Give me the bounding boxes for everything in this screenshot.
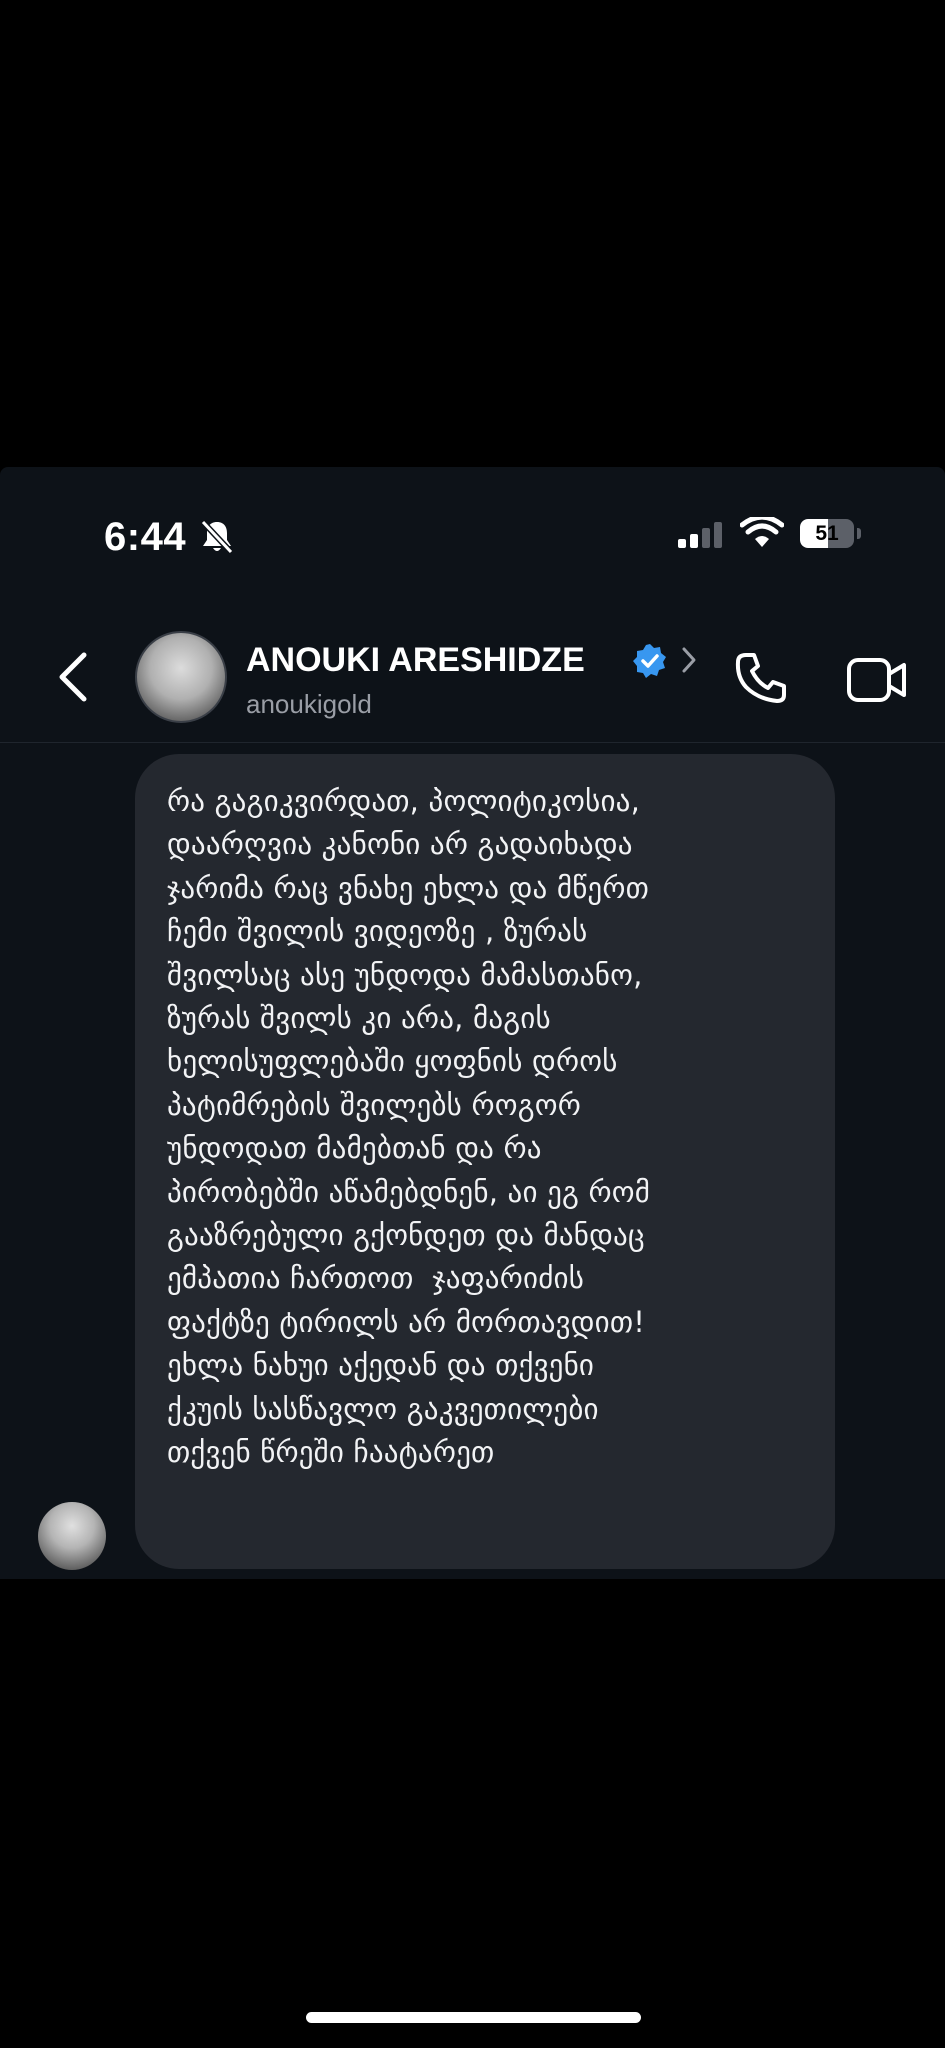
message-line: თქვენ წრეში ჩაატარეთ (167, 1435, 495, 1470)
cellular-signal-icon (678, 522, 722, 548)
status-time: 6:44 (104, 515, 187, 559)
message-line: ფაქტზე ტირილს არ მორთავდით! (167, 1304, 646, 1339)
wifi-icon (740, 517, 784, 547)
message-line: პატიმრების შვილებს როგორ (167, 1087, 582, 1122)
video-camera-icon[interactable] (846, 657, 908, 703)
message-line: ზურას შვილს კი არა, მაგის (167, 1001, 551, 1036)
contact-username[interactable]: anoukigold (246, 689, 372, 720)
message-line: რა გაგიკვირდათ, პოლიტიკოსია, (167, 784, 641, 818)
bell-slash-icon (200, 519, 234, 555)
battery-indicator: 51 (800, 519, 862, 550)
contact-avatar[interactable] (135, 631, 227, 723)
phone-icon[interactable] (732, 649, 790, 707)
message-line: პირობებში აწამებდნენ, აი ეგ რომ (167, 1174, 651, 1209)
message-line: ეხლა ნახუი აქედან და თქვენი (167, 1348, 595, 1383)
sender-avatar[interactable] (38, 1502, 106, 1570)
message-line: უნდოდათ მამებთან და რა (167, 1131, 542, 1166)
message-line: ემპათია ჩართოთ ჯაფარიძის (167, 1261, 585, 1296)
message-line: ქკუის სასწავლო გაკვეთილები (167, 1391, 599, 1426)
message-line: ხელისუფლებაში ყოფნის დროს (167, 1044, 618, 1079)
header-divider (0, 742, 945, 743)
battery-level: 51 (815, 522, 839, 545)
home-indicator[interactable] (306, 2012, 641, 2023)
chevron-left-icon[interactable] (52, 647, 96, 707)
contact-name[interactable]: ANOUKI ARESHIDZE (246, 641, 585, 680)
message-text: რა გაგიკვირდათ, პოლიტიკოსია, დაარღვია კან… (167, 780, 811, 1475)
verified-badge-icon (633, 644, 666, 678)
message-line: ჩემი შვილის ვიდეოზე , ზურას (167, 914, 588, 949)
message-line: შვილსაც ასე უნდოდა მამასთანო, (167, 957, 643, 992)
chat-header: ANOUKI ARESHIDZE anoukigold (0, 617, 945, 737)
message-line: გააზრებული გქონდეთ და მანდაც (167, 1218, 645, 1253)
message-bubble[interactable]: რა გაგიკვირდათ, პოლიტიკოსია, დაარღვია კან… (135, 754, 835, 1569)
chat-screen: 6:44 51 ANOUKI ARESHIDZE anoukigold რა გ… (0, 467, 945, 1579)
message-line: ჯარიმა რაც ვნახე ეხლა და მწერთ (167, 870, 650, 905)
message-line: დაარღვია კანონი არ გადაიხადა (167, 827, 633, 862)
chevron-right-icon[interactable] (680, 645, 698, 675)
